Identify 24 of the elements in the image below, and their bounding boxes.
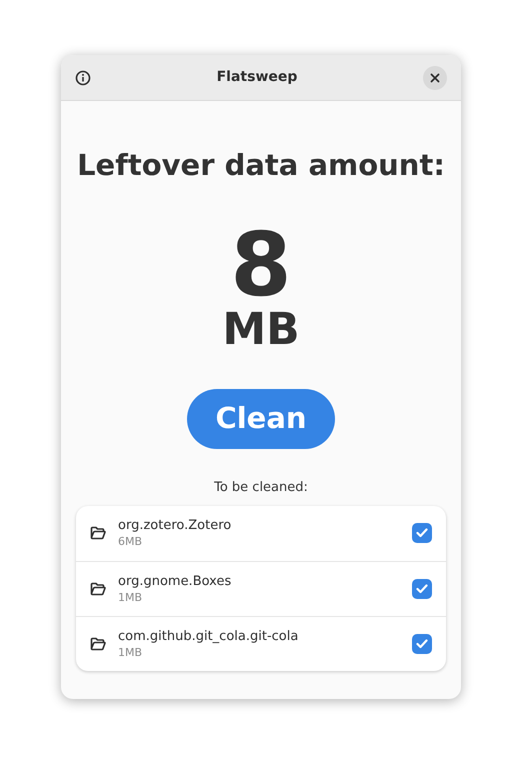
- checkbox[interactable]: [412, 578, 432, 598]
- checkbox[interactable]: [412, 634, 432, 654]
- size-text: 6MB: [118, 535, 144, 549]
- app-id: org.zotero.Zotero: [118, 517, 232, 535]
- folder-icon: [90, 526, 106, 540]
- checkbox[interactable]: [412, 523, 432, 543]
- info-icon[interactable]: [75, 70, 91, 86]
- window-title: Flatsweep: [216, 68, 298, 87]
- checkmark-icon: [416, 638, 428, 648]
- folder-icon: [90, 582, 106, 596]
- close-button[interactable]: [423, 66, 447, 90]
- checkmark-icon: [416, 584, 428, 594]
- checkmark-icon: [416, 528, 428, 538]
- close-icon: [430, 72, 440, 82]
- app-id: com.github.git_cola.git-cola: [118, 628, 300, 646]
- list-label: To be cleaned:: [214, 479, 308, 497]
- clean-button[interactable]: Clean: [187, 389, 335, 449]
- heading: Leftover data amount:: [77, 147, 445, 183]
- size-text: 1MB: [118, 590, 144, 604]
- amount-value: 8: [230, 225, 292, 305]
- amount-unit: MB: [222, 305, 300, 355]
- folder-icon: [90, 636, 106, 650]
- app-id: org.gnome.Boxes: [118, 572, 232, 590]
- size-text: 1MB: [118, 646, 144, 660]
